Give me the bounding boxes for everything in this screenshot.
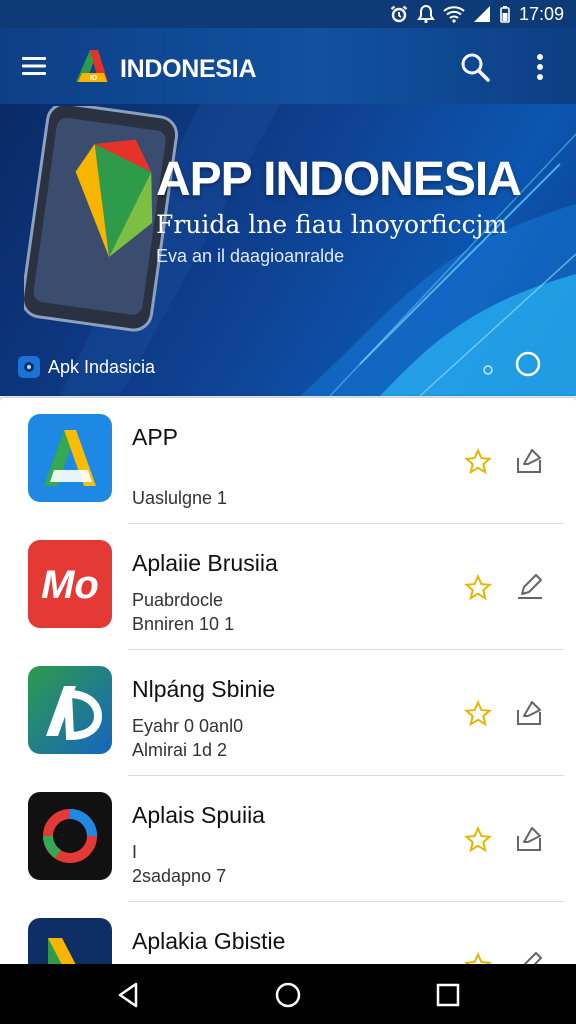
list-item[interactable]: Aplakia Gbistie xyxy=(0,902,576,964)
app-list: APP Uaslulgne 1 Mo Aplaiie Brusiia Puabr… xyxy=(0,398,576,964)
app-mo-icon: Mo xyxy=(28,540,112,628)
svg-text:Mo: Mo xyxy=(41,563,99,607)
list-item[interactable]: Mo Aplaiie Brusiia Puabrdocle Bnniren 10… xyxy=(0,524,576,650)
list-item[interactable]: APP Uaslulgne 1 xyxy=(0,398,576,524)
app-subtitle: I xyxy=(132,842,138,862)
app-name: Aplais Spuiia xyxy=(132,802,265,828)
banner-tagline: Eva an il daagioanralde xyxy=(156,246,345,266)
alarm-icon xyxy=(390,5,408,23)
app-version: Bnniren 10 1 xyxy=(132,614,235,634)
app-name: APP xyxy=(132,424,179,450)
app-ring-icon xyxy=(28,792,112,880)
status-bar: 17:09 xyxy=(0,0,576,28)
banner-brand: Apk Indasicia xyxy=(18,356,155,378)
banner-title: APP INDONESIA xyxy=(156,153,522,206)
list-item[interactable]: Aplais Spuiia I 2sadapno 7 xyxy=(0,776,576,902)
share-icon[interactable] xyxy=(514,822,546,854)
share-icon[interactable] xyxy=(514,696,546,728)
back-icon[interactable] xyxy=(114,980,144,1010)
brand-mini-icon xyxy=(18,356,40,378)
edit-icon[interactable] xyxy=(514,570,546,602)
wifi-icon xyxy=(443,6,465,23)
star-icon[interactable] xyxy=(464,574,492,602)
app-name: Nlpáng Sbinie xyxy=(132,676,276,702)
app-n-icon xyxy=(28,918,112,964)
share-icon[interactable] xyxy=(514,444,546,476)
star-icon[interactable] xyxy=(464,826,492,854)
app-subtitle: Eyahr 0 0anl0 xyxy=(132,716,244,736)
app-title: INDONESIA xyxy=(120,55,257,83)
star-icon[interactable] xyxy=(464,700,492,728)
app-version: Uaslulgne 1 xyxy=(132,488,228,508)
search-icon[interactable] xyxy=(458,50,492,84)
app-subtitle: Puabrdocle xyxy=(132,590,224,610)
app-version: 2sadapno 7 xyxy=(132,866,227,886)
signal-icon xyxy=(473,6,490,22)
promo-banner[interactable]: APP INDONESIA Fruida lne fiau lnoyorficc… xyxy=(0,104,576,396)
app-logo: ID xyxy=(76,50,108,82)
battery-icon xyxy=(500,6,510,23)
app-name: Aplakia Gbistie xyxy=(132,928,286,954)
status-icons: 17:09 xyxy=(389,4,564,24)
banner-subtitle: Fruida lne fiau lnoyorficcjm xyxy=(156,210,508,239)
app-a-icon xyxy=(28,414,112,502)
app-ad-icon xyxy=(28,666,112,754)
home-icon[interactable] xyxy=(273,980,303,1010)
banner-brand-label: Apk Indasicia xyxy=(48,356,156,377)
app-bar: ID INDONESIA xyxy=(0,28,576,104)
menu-icon[interactable] xyxy=(20,52,50,80)
star-icon[interactable] xyxy=(464,448,492,476)
edit-icon[interactable] xyxy=(514,948,546,964)
status-time: 17:09 xyxy=(518,3,564,24)
svg-text:ID: ID xyxy=(90,75,97,82)
recents-icon[interactable] xyxy=(433,980,463,1010)
system-nav-bar xyxy=(0,964,576,1024)
more-vert-icon[interactable] xyxy=(528,52,552,82)
app-name: Aplaiie Brusiia xyxy=(132,550,278,576)
app-version: Almirai 1d 2 xyxy=(132,740,228,760)
carousel-indicator xyxy=(483,351,541,377)
do-not-disturb-icon xyxy=(417,4,435,24)
list-item[interactable]: Nlpáng Sbinie Eyahr 0 0anl0 Almirai 1d 2 xyxy=(0,650,576,776)
star-icon[interactable] xyxy=(464,952,492,964)
